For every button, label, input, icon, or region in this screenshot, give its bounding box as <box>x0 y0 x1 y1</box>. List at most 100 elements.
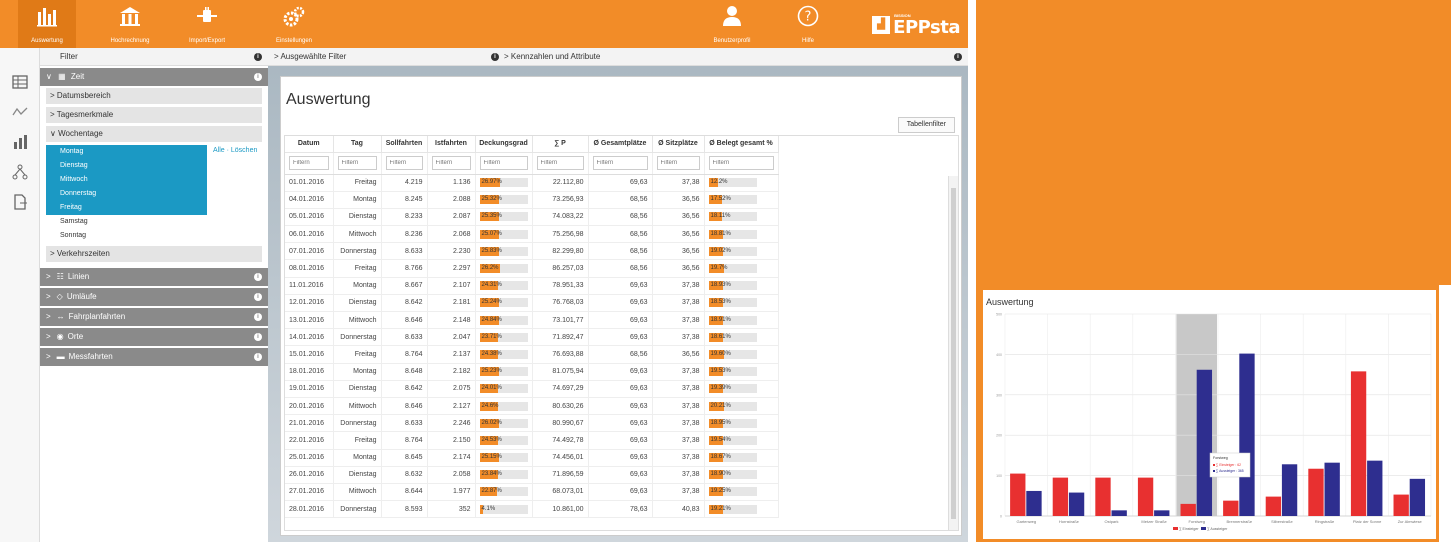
column-header[interactable]: Ø Gesamtplätze <box>588 136 653 153</box>
table-row[interactable]: 15.01.2016 Freitag 8.764 2.137 24.38% 76.693,… <box>285 345 779 364</box>
weekday-item[interactable]: Donnerstag <box>46 187 207 201</box>
alle-loeschen-link[interactable]: Alle · Löschen <box>213 147 257 154</box>
weekday-item[interactable]: Mittwoch <box>46 173 207 187</box>
datum-cell: 13.01.2016 <box>285 311 334 330</box>
table-row[interactable]: 14.01.2016 Donnerstag 8.633 2.047 23.71% 71.8… <box>285 328 779 347</box>
progress-bar: 23.71% <box>479 332 528 342</box>
table-row[interactable]: 18.01.2016 Montag 8.648 2.182 25.23% 81.075,9… <box>285 363 779 381</box>
info-icon[interactable]: i <box>254 73 262 81</box>
column-header[interactable]: Ø Sitzplätze <box>652 136 705 153</box>
column-header[interactable]: Ø Belegt gesamt % <box>704 136 779 153</box>
table-row[interactable]: 12.01.2016 Dienstag 8.642 2.181 25.24% 76.768… <box>285 294 779 313</box>
column-header[interactable]: ∑ P <box>532 136 589 153</box>
filter-group[interactable]: > ▬ Messfahrten i <box>40 348 268 366</box>
column-filter-input[interactable] <box>536 156 584 170</box>
info-icon[interactable]: i <box>954 53 962 61</box>
info-icon[interactable]: i <box>254 273 262 281</box>
filter-group[interactable]: > ◇ Umläufe i <box>40 288 268 306</box>
progress-bar: 19.39% <box>708 384 757 394</box>
table-row[interactable]: 07.01.2016 Donnerstag 8.633 2.230 25.83% 82.2… <box>285 242 779 261</box>
table-row[interactable]: 05.01.2016 Dienstag 8.233 2.087 25.35% 74.083… <box>285 208 779 227</box>
sub-tagesmerkmale[interactable]: > Tagesmerkmale <box>46 107 262 123</box>
info-icon[interactable]: i <box>254 313 262 321</box>
deckungsgrad-cell: 26.97% <box>475 174 533 192</box>
weekday-item[interactable]: Freitag <box>46 201 207 215</box>
table-filter-button[interactable]: Tabellenfilter <box>897 117 955 133</box>
info-icon[interactable]: i <box>254 353 262 361</box>
column-filter-input[interactable] <box>337 156 377 170</box>
gesamt-cell: 69,63 <box>588 380 653 398</box>
scroll-thumb[interactable] <box>951 188 956 519</box>
soll-cell: 8.764 <box>381 345 428 364</box>
table-row[interactable]: 08.01.2016 Freitag 8.766 2.297 26.2% 86.257,0… <box>285 259 779 278</box>
filter-group[interactable]: > ☷ Linien i <box>40 268 268 286</box>
soll-cell: 8.645 <box>381 449 428 467</box>
deckungsgrad-cell: 24.84% <box>475 311 533 330</box>
sub-verkehrszeiten[interactable]: > Verkehrszeiten <box>46 246 262 262</box>
column-filter-input[interactable] <box>592 156 648 170</box>
bar-einsteiger <box>1052 477 1069 516</box>
table-row[interactable]: 26.01.2016 Dienstag 8.632 2.058 23.84% 71.896… <box>285 466 779 484</box>
nav-auswertung[interactable]: Auswertung <box>18 0 76 48</box>
crumb-selected-filters[interactable]: > Ausgewählte Filter <box>274 48 346 66</box>
sub-datumsbereich[interactable]: > Datumsbereich <box>46 88 262 104</box>
nav-hilfe[interactable]: ? Hilfe <box>786 0 830 48</box>
column-filter-input[interactable] <box>431 156 471 170</box>
table-row[interactable]: 06.01.2016 Mittwoch 8.236 2.068 25.07% 75.256… <box>285 225 779 244</box>
soll-cell: 8.648 <box>381 363 428 381</box>
column-header[interactable]: Datum <box>285 136 334 153</box>
table-row[interactable]: 01.01.2016 Freitag 4.219 1.136 26.97% 22.112,… <box>285 174 779 192</box>
column-filter-input[interactable] <box>708 156 774 170</box>
table-row[interactable]: 19.01.2016 Dienstag 8.642 2.075 24.01% 74.697… <box>285 380 779 398</box>
x-tick-label: Metzer Straße <box>1141 519 1167 524</box>
table-row[interactable]: 13.01.2016 Mittwoch 8.646 2.148 24.84% 73.101… <box>285 311 779 330</box>
nav-hochrechnung[interactable]: Hochrechnung <box>100 0 160 48</box>
nav-einstellungen[interactable]: Einstellungen <box>264 0 324 48</box>
column-header[interactable]: Tag <box>333 136 382 153</box>
group-zeit[interactable]: ∨ ▦ Zeit i <box>40 68 268 86</box>
crumb-kennzahlen[interactable]: > Kennzahlen und Attribute <box>504 48 600 66</box>
column-header[interactable]: Sollfahrten <box>381 136 428 153</box>
column-header[interactable]: Deckungsgrad <box>475 136 533 153</box>
bar-chart-icon[interactable] <box>12 134 28 150</box>
column-header[interactable]: Istfahrten <box>427 136 476 153</box>
sub-wochentage[interactable]: ∨ Wochentage <box>46 126 262 142</box>
info-icon[interactable]: i <box>254 333 262 341</box>
progress-label: 25.15% <box>481 454 502 461</box>
network-icon[interactable] <box>12 164 28 180</box>
progress-label: 18.11% <box>710 213 731 220</box>
table-row[interactable]: 22.01.2016 Freitag 8.764 2.150 24.53% 74.492,… <box>285 431 779 450</box>
tag-cell: Mittwoch <box>333 225 382 244</box>
filter-group[interactable]: > ↔ Fahrplanfahrten i <box>40 308 268 326</box>
table-row[interactable]: 04.01.2016 Montag 8.245 2.088 25.32% 73.256,9… <box>285 191 779 209</box>
table-icon[interactable] <box>12 74 28 90</box>
column-filter-input[interactable] <box>656 156 700 170</box>
vertical-scrollbar[interactable] <box>948 176 958 530</box>
belegt-cell: 19.21% <box>704 500 779 519</box>
table-row[interactable]: 27.01.2016 Mittwoch 8.644 1.977 22.87% 68.073… <box>285 483 779 502</box>
table-row[interactable]: 20.01.2016 Mittwoch 8.646 2.127 24.6% 80.630,… <box>285 397 779 416</box>
table-row[interactable]: 28.01.2016 Donnerstag 8.593 352 4.1% 10.861,0… <box>285 500 779 519</box>
table-row[interactable]: 21.01.2016 Donnerstag 8.633 2.246 26.02% 80.9… <box>285 414 779 433</box>
weekday-item[interactable]: Montag <box>46 145 207 159</box>
column-filter-input[interactable] <box>385 156 423 170</box>
weekday-item[interactable]: Sonntag <box>46 229 207 243</box>
table-row[interactable]: 11.01.2016 Montag 8.667 2.107 24.31% 78.951,3… <box>285 277 779 295</box>
weekday-item[interactable]: Dienstag <box>46 159 207 173</box>
sitz-cell: 37,38 <box>652 466 705 484</box>
info-icon[interactable]: i <box>254 53 262 61</box>
weekday-item[interactable]: Samstag <box>46 215 207 229</box>
p-cell: 71.896,59 <box>532 466 589 484</box>
info-icon[interactable]: i <box>491 53 499 61</box>
nav-import-export[interactable]: Import/Export <box>178 0 236 48</box>
line-chart-icon[interactable] <box>12 104 28 120</box>
export-document-icon[interactable] <box>12 194 28 210</box>
nav-benutzerprofil[interactable]: Benutzerprofil <box>700 0 764 48</box>
table-row[interactable]: 25.01.2016 Montag 8.645 2.174 25.15% 74.456,0… <box>285 449 779 467</box>
info-icon[interactable]: i <box>254 293 262 301</box>
p-cell: 76.768,03 <box>532 294 589 313</box>
column-filter-input[interactable] <box>289 156 329 170</box>
filter-group[interactable]: > ◉ Orte i <box>40 328 268 346</box>
nav-label: Import/Export <box>188 38 225 44</box>
column-filter-input[interactable] <box>479 156 528 170</box>
